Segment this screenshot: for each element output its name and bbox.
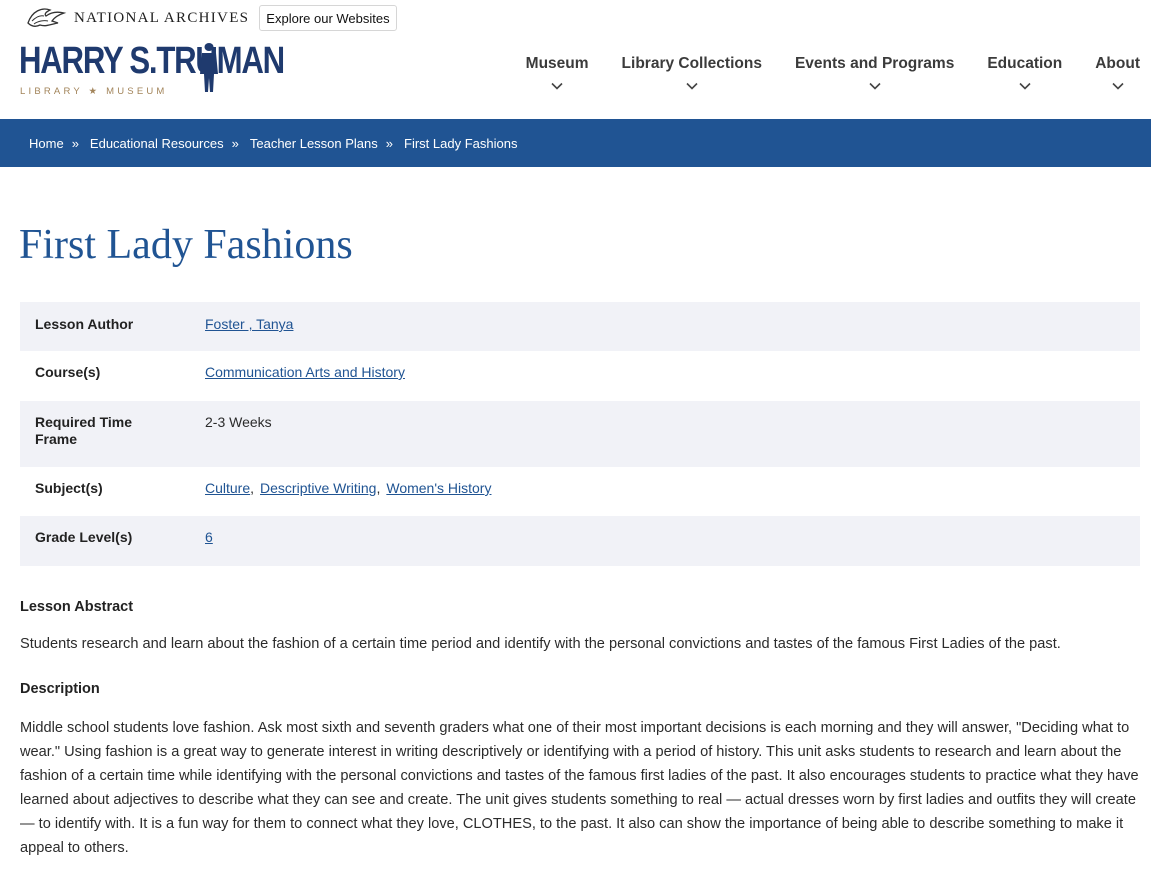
subject-link-culture[interactable]: Culture — [205, 480, 250, 496]
nav-label: Education — [987, 55, 1063, 72]
info-key: Subject(s) — [35, 480, 103, 496]
info-value: Communication Arts and History — [205, 364, 405, 401]
chevron-down-icon — [1112, 82, 1124, 90]
logo-title: HARRY S.TRUMAN — [19, 40, 285, 82]
nav-item-museum[interactable]: Museum — [526, 55, 589, 90]
subject-link-descriptive-writing[interactable]: Descriptive Writing — [260, 480, 376, 496]
breadcrumb-separator: » — [231, 135, 239, 151]
explore-websites-button[interactable]: Explore our Websites — [259, 5, 397, 31]
national-archives-bar: NATIONAL ARCHIVES Explore our Websites — [24, 4, 397, 32]
chevron-down-icon — [1019, 82, 1031, 90]
abstract-text: Students research and learn about the fa… — [20, 636, 1061, 652]
chevron-down-icon — [551, 82, 563, 90]
breadcrumb-current-page: First Lady Fashions — [404, 135, 518, 151]
breadcrumb-teacher-lesson-plans[interactable]: Teacher Lesson Plans — [250, 136, 378, 151]
subject-link-womens-history[interactable]: Women's History — [386, 480, 491, 496]
comma: , — [250, 480, 255, 496]
description-text: Middle school students love fashion. Ask… — [20, 720, 1139, 856]
truman-silhouette-icon — [200, 43, 218, 92]
breadcrumb-home[interactable]: Home — [29, 136, 64, 151]
course-link[interactable]: Communication Arts and History — [205, 364, 405, 380]
info-key: Course(s) — [35, 364, 101, 380]
info-key: Grade Level(s) — [35, 529, 133, 545]
info-row-author: Lesson Author Foster , Tanya — [20, 302, 1140, 351]
eagle-icon[interactable] — [24, 5, 68, 31]
nav-label: Library Collections — [621, 55, 762, 72]
info-value: Culture, Descriptive Writing, Women's Hist… — [205, 480, 491, 516]
national-archives-text[interactable]: NATIONAL ARCHIVES — [74, 10, 249, 27]
info-row-time-frame: Required Time Frame 2-3 Weeks — [20, 401, 1140, 467]
lesson-info-table: Lesson Author Foster , Tanya Course(s) C… — [20, 302, 1140, 566]
nav-item-education[interactable]: Education — [987, 55, 1062, 90]
chevron-down-icon — [686, 82, 698, 90]
info-row-courses: Course(s) Communication Arts and History — [20, 351, 1140, 401]
chevron-down-icon — [869, 82, 881, 90]
author-link[interactable]: Foster , Tanya — [205, 316, 293, 332]
info-value: 2-3 Weeks — [205, 414, 272, 430]
truman-logo[interactable]: HARRY S.TRUMAN LIBRARY ★ MUSEUM — [19, 40, 285, 98]
grade-link[interactable]: 6 — [205, 529, 213, 545]
abstract-heading: Lesson Abstract — [20, 599, 134, 615]
info-row-subjects: Subject(s) Culture, Descriptive Writing, W… — [20, 467, 1140, 516]
comma: , — [376, 480, 381, 496]
logo-subtitle: LIBRARY ★ MUSEUM — [20, 86, 168, 97]
breadcrumb-educational-resources[interactable]: Educational Resources — [90, 136, 224, 151]
info-row-grade-levels: Grade Level(s) 6 — [20, 516, 1140, 566]
nav-item-about[interactable]: About — [1095, 55, 1140, 90]
breadcrumb: Home » Educational Resources » Teacher L… — [0, 119, 1151, 167]
info-value: 6 — [205, 529, 213, 566]
nav-label: About — [1095, 55, 1140, 72]
info-value: Foster , Tanya — [205, 316, 293, 351]
page-title: First Lady Fashions — [19, 222, 353, 268]
nav-item-events-and-programs[interactable]: Events and Programs — [795, 55, 954, 90]
nav-label: Events and Programs — [794, 55, 955, 72]
nav-label: Museum — [525, 55, 589, 72]
nav-item-library-collections[interactable]: Library Collections — [622, 55, 762, 90]
description-heading: Description — [20, 681, 100, 697]
breadcrumb-separator: » — [71, 135, 79, 151]
main-navigation: Museum Library Collections Events and Pr… — [493, 55, 1140, 90]
breadcrumb-separator: » — [385, 135, 394, 151]
info-key: Required Time Frame — [35, 414, 132, 447]
info-key: Lesson Author — [35, 316, 134, 332]
